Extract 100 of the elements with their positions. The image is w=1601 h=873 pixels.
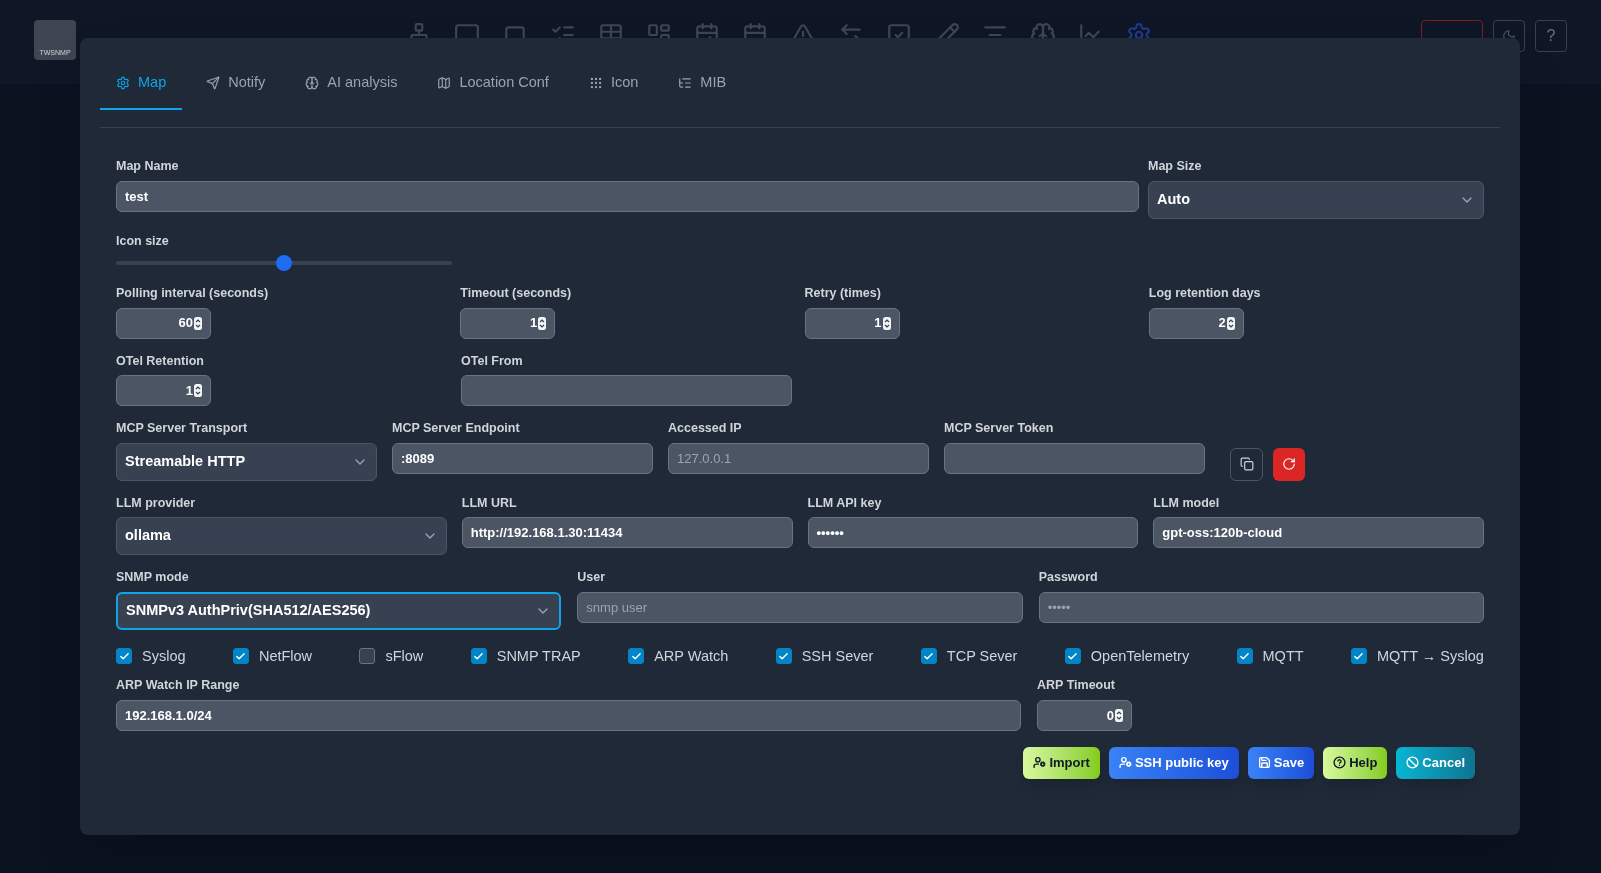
tab[interactable]: AI analysis — [289, 58, 414, 110]
field-label: Map Name — [116, 160, 180, 173]
field-label: Map Size — [1148, 160, 1203, 173]
number-value: 1 — [185, 381, 193, 400]
select-dropdown[interactable]: Auto — [1148, 180, 1484, 219]
check-icon — [235, 650, 247, 662]
text-field[interactable]: ••••• — [1038, 591, 1484, 623]
checkbox-label: Syslog — [142, 646, 186, 666]
grid-icon — [588, 76, 603, 90]
field-label: LLM API key — [807, 496, 883, 509]
spinner-icon[interactable] — [194, 384, 202, 397]
checkbox[interactable] — [628, 648, 645, 665]
copy-button[interactable] — [1230, 447, 1263, 481]
field-label: Password — [1038, 571, 1099, 584]
checkbox-label: ARP Watch — [654, 646, 729, 666]
number-value: 60 — [178, 314, 193, 333]
field-label: MCP Server Transport — [116, 422, 249, 435]
select-dropdown[interactable]: ollama — [116, 517, 447, 555]
field-label: SNMP mode — [116, 571, 190, 584]
text-field[interactable]: 127.0.0.1 — [668, 442, 929, 474]
check-icon — [1353, 650, 1365, 662]
checkbox-label: SSH Sever — [801, 646, 874, 666]
number-value: 1 — [530, 314, 538, 333]
field-label: Icon size — [116, 234, 170, 247]
tab[interactable]: Notify — [190, 58, 282, 110]
checkbox[interactable] — [232, 648, 249, 665]
field-label: LLM provider — [116, 496, 197, 509]
brain-icon — [305, 76, 320, 90]
number-field[interactable]: 1 — [116, 375, 211, 406]
checkbox[interactable] — [1351, 648, 1367, 665]
text-field[interactable]: gpt-oss:120b-cloud — [1153, 517, 1484, 548]
number-value: 0 — [1106, 706, 1114, 725]
field-label: MCP Server Endpoint — [392, 422, 521, 435]
field-label: Log retention days — [1148, 287, 1262, 300]
tab[interactable]: Map — [100, 58, 183, 110]
spinner-icon[interactable] — [1226, 316, 1235, 330]
checkbox[interactable] — [116, 648, 132, 665]
text-field[interactable]: http://192.168.1.30:11434 — [461, 517, 793, 548]
number-value: 1 — [874, 314, 882, 333]
field-label: User — [577, 571, 607, 584]
field-label: Accessed IP — [668, 422, 743, 435]
spinner-icon[interactable] — [1115, 708, 1123, 722]
spinner-icon[interactable] — [538, 316, 547, 330]
select-dropdown[interactable]: Streamable HTTP — [116, 442, 377, 481]
check-icon — [118, 650, 130, 662]
refresh-icon — [1282, 457, 1296, 471]
slider-thumb[interactable] — [276, 255, 292, 271]
spinner-icon[interactable] — [194, 316, 202, 330]
number-field[interactable]: 1 — [460, 307, 556, 339]
check-icon — [778, 650, 790, 662]
field-label: LLM model — [1153, 496, 1221, 509]
text-field[interactable]: snmp user — [577, 591, 1023, 623]
select-value: SNMPv3 AuthPriv(SHA512/AES256) — [126, 600, 371, 620]
number-field[interactable]: 2 — [1148, 307, 1244, 339]
checkbox[interactable] — [1064, 648, 1081, 665]
select-value: Streamable HTTP — [125, 451, 246, 471]
slider[interactable] — [116, 255, 452, 271]
help-button[interactable]: ? — [1535, 20, 1567, 52]
tab[interactable]: Location Conf — [421, 58, 565, 110]
select-dropdown[interactable]: SNMPv3 AuthPriv(SHA512/AES256) — [116, 591, 562, 630]
text-field[interactable] — [944, 442, 1205, 474]
field-label: ARP Watch IP Range — [116, 679, 241, 692]
select-value: ollama — [125, 526, 171, 546]
action-button[interactable]: SSH public key — [1108, 746, 1239, 779]
number-field[interactable]: 1 — [804, 307, 900, 339]
checkbox[interactable] — [1236, 648, 1253, 665]
number-field[interactable]: 60 — [116, 307, 211, 339]
checkbox[interactable] — [775, 648, 792, 665]
checkbox[interactable] — [920, 648, 937, 665]
tree-icon — [678, 76, 693, 90]
checkbox[interactable] — [470, 648, 487, 665]
map-icon — [437, 76, 452, 90]
tab[interactable]: Icon — [572, 58, 655, 110]
checkbox-label: SNMP TRAP — [496, 646, 581, 666]
gear-icon — [116, 76, 130, 90]
checkbox-label: NetFlow — [258, 646, 313, 666]
check-icon — [473, 650, 485, 662]
checkbox-label: OpenTelemetry — [1090, 646, 1190, 666]
text-field[interactable]: 192.168.1.0/24 — [116, 699, 1021, 731]
tab[interactable]: MIB — [662, 58, 743, 110]
text-field[interactable]: :8089 — [392, 442, 653, 474]
checkbox-label: MQTT → Syslog — [1377, 646, 1484, 666]
checkbox[interactable] — [359, 648, 376, 665]
spinner-icon[interactable] — [882, 316, 891, 330]
action-button[interactable]: Save — [1247, 746, 1315, 779]
refresh-button[interactable] — [1273, 447, 1305, 481]
cancel-icon — [1406, 756, 1420, 770]
text-field[interactable] — [461, 375, 792, 406]
checkbox-label: sFlow — [385, 646, 424, 666]
help-icon — [1333, 756, 1347, 770]
field-label: LLM URL — [461, 496, 518, 509]
action-button[interactable]: Import — [1023, 746, 1100, 779]
action-button[interactable]: Cancel — [1396, 746, 1475, 779]
field-label: Timeout (seconds) — [460, 287, 573, 300]
number-field[interactable]: 0 — [1037, 699, 1132, 731]
text-field[interactable]: test — [116, 180, 1139, 212]
text-field[interactable]: •••••• — [807, 517, 1139, 548]
field-label: Polling interval (seconds) — [116, 287, 270, 300]
send-icon — [206, 76, 221, 90]
action-button[interactable]: Help — [1323, 746, 1388, 779]
